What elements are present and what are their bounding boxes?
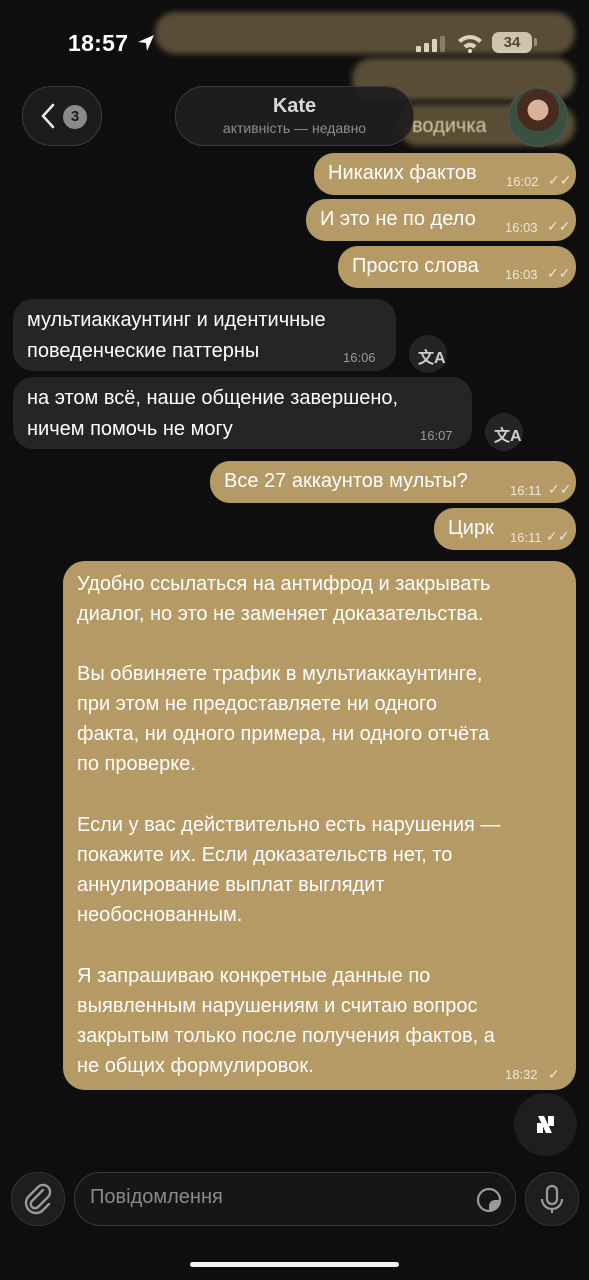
scrolled-message-text: водичка [412, 115, 487, 137]
translate-icon: 文A [418, 350, 446, 367]
chat-title-pill[interactable]: Kate активність — недавно [175, 86, 414, 146]
message-line: закрытым только после получения фактов, … [77, 1025, 495, 1047]
message-text: Просто слова [352, 255, 479, 277]
message-line: Если у вас действительно есть нарушения … [77, 814, 501, 836]
message-line: Вы обвиняете трафик в мультиаккаунтинге, [77, 663, 483, 685]
message-text: Никаких фактов [328, 162, 477, 184]
contact-avatar[interactable] [508, 87, 568, 147]
floating-app-button[interactable] [514, 1093, 577, 1156]
microphone-icon [540, 1184, 564, 1213]
chevron-left-icon [41, 103, 55, 129]
incoming-message[interactable]: мультиаккаунтинг и идентичные поведенчес… [13, 299, 396, 371]
message-time: 16:03 [505, 220, 538, 235]
translate-icon: 文A [494, 428, 522, 445]
message-time: 16:02 [506, 174, 539, 189]
message-input-placeholder: Повідомлення [90, 1186, 223, 1208]
contact-name: Kate [272, 95, 317, 117]
read-checkmarks-icon: ✓✓ [547, 218, 571, 234]
read-checkmarks-icon: ✓✓ [546, 528, 570, 544]
message-line: Удобно ссылаться на антифрод и закрывать [77, 573, 491, 595]
app-logo-icon [537, 1116, 554, 1133]
outgoing-message[interactable]: Все 27 аккаунтов мульты? 16:11 ✓✓ [210, 461, 576, 503]
outgoing-message[interactable]: Цирк 16:11 ✓✓ [434, 508, 576, 550]
message-line: при этом не предоставляете ни одного [77, 693, 438, 715]
message-time: 16:11 [510, 483, 542, 498]
read-checkmarks-icon: ✓✓ [548, 481, 572, 497]
message-line: покажите их. Если доказательств нет, то [77, 844, 453, 866]
message-time: 16:11 [510, 530, 542, 545]
location-arrow-icon [138, 35, 154, 51]
message-text-line: поведенческие паттерны [27, 340, 260, 362]
message-line: не общих формулировок. [77, 1055, 314, 1077]
incoming-message[interactable]: на этом всё, наше общение завершено, нич… [13, 377, 472, 449]
status-time: 18:57 [68, 30, 129, 56]
message-input[interactable]: Повідомлення [74, 1172, 516, 1226]
outgoing-message[interactable]: Просто слова 16:03 ✓✓ [338, 246, 576, 288]
message-time: 16:03 [505, 267, 538, 282]
voice-record-button[interactable] [525, 1172, 579, 1226]
message-text: Все 27 аккаунтов мульты? [224, 470, 468, 492]
scrolled-message-ghost [155, 12, 575, 54]
message-line: диалог, но это не заменяет доказательств… [77, 603, 484, 625]
message-text: И это не по дело [320, 208, 476, 230]
translate-button[interactable]: 文A [409, 335, 447, 373]
message-line: факта, ни одного примера, ни одного отчё… [77, 723, 490, 745]
message-line: аннулирование выплат выглядит [77, 874, 385, 896]
sent-checkmark-icon: ✓ [548, 1066, 560, 1082]
message-text: Цирк [448, 517, 494, 539]
message-text-line: мультиаккаунтинг и идентичные [27, 309, 326, 331]
message-line: по проверке. [77, 753, 196, 775]
message-time: 16:06 [343, 350, 376, 365]
message-time: 18:32 [505, 1067, 538, 1082]
home-indicator [190, 1262, 399, 1267]
message-text-line: ничем помочь не могу [27, 418, 233, 440]
message-text-line: на этом всё, наше общение завершено, [27, 387, 399, 409]
back-button[interactable]: 3 [22, 86, 102, 146]
read-checkmarks-icon: ✓✓ [547, 265, 571, 281]
contact-status: активність — недавно [222, 120, 367, 136]
translate-button[interactable]: 文A [485, 413, 523, 451]
attach-button[interactable] [11, 1172, 65, 1226]
message-line: необоснованным. [77, 904, 243, 926]
unread-count-badge: 3 [63, 105, 87, 129]
outgoing-message-long[interactable]: Удобно ссылаться на антифрод и закрывать… [63, 561, 576, 1090]
read-checkmarks-icon: ✓✓ [548, 172, 572, 188]
message-line: Я запрашиваю конкретные данные по [77, 965, 431, 987]
paperclip-icon [24, 1183, 52, 1215]
outgoing-message[interactable]: Никаких фактов 16:02 ✓✓ [314, 153, 576, 195]
outgoing-message[interactable]: И это не по дело 16:03 ✓✓ [306, 199, 576, 241]
sticker-icon[interactable] [475, 1186, 503, 1214]
message-time: 16:07 [420, 428, 453, 443]
message-line: выявленным нарушениям и считаю вопрос [77, 995, 478, 1017]
